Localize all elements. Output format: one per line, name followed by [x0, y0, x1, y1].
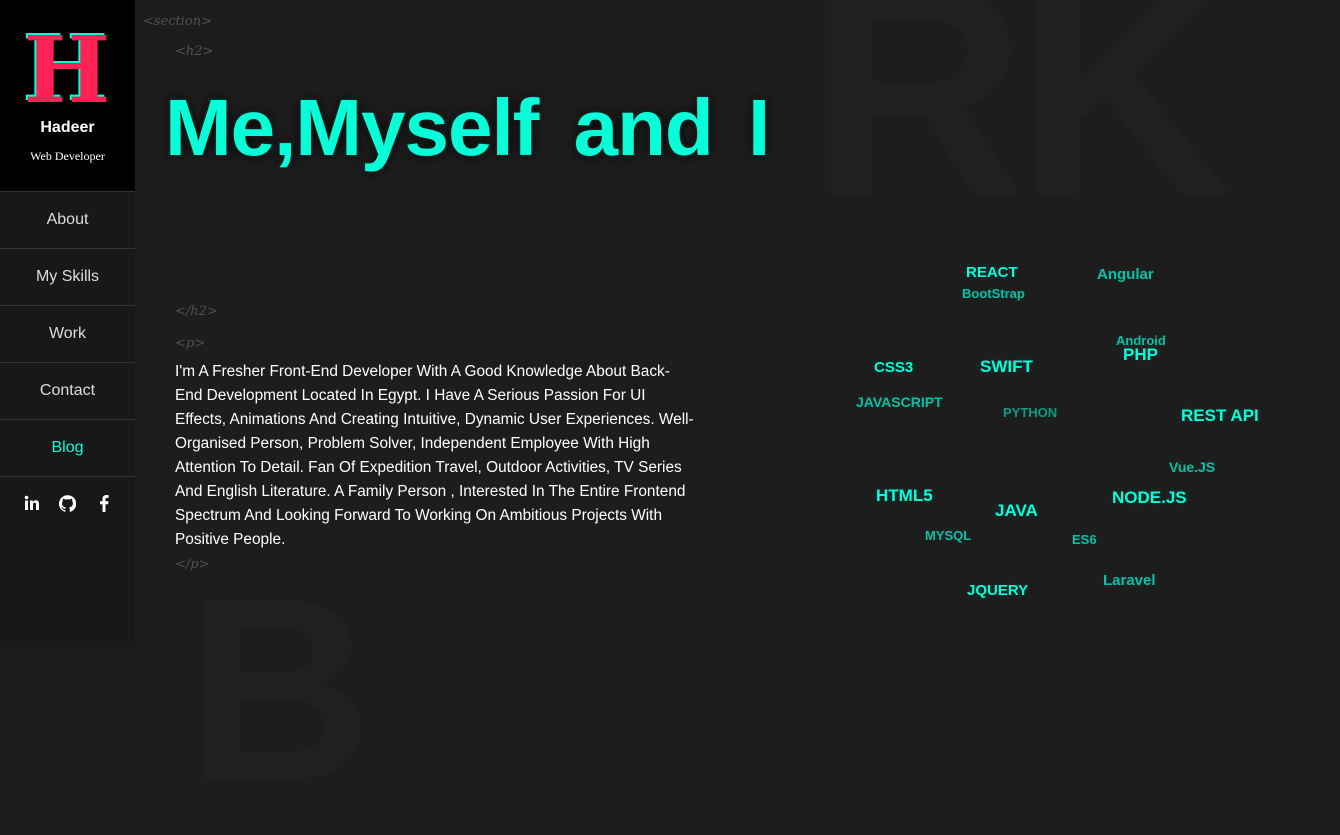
skill-php[interactable]: PHP: [1123, 345, 1158, 365]
background-watermark: RK: [810, 0, 1233, 258]
skill-laravel[interactable]: Laravel: [1103, 572, 1156, 589]
nav-item-contact[interactable]: Contact: [0, 362, 135, 419]
h2-close-tag: </h2>: [175, 304, 218, 319]
skill-html5[interactable]: HTML5: [876, 486, 933, 506]
brand-subtitle: Web Developer: [30, 149, 105, 163]
skill-java[interactable]: JAVA: [995, 501, 1038, 521]
p-open-tag: <p>: [175, 336, 206, 351]
logo-letter: H: [24, 22, 110, 112]
skill-jquery[interactable]: JQUERY: [967, 582, 1028, 599]
hero-heading: Me,Myself and I: [165, 83, 770, 172]
skill-bootstrap[interactable]: BootStrap: [962, 286, 1025, 301]
skill-mysql[interactable]: MYSQL: [925, 528, 971, 543]
skill-css3[interactable]: CSS3: [874, 359, 913, 376]
skill-python[interactable]: PYTHON: [1003, 405, 1057, 420]
h2-open-tag: <h2>: [175, 44, 214, 59]
skill-swift[interactable]: SWIFT: [980, 357, 1033, 377]
nav-item-blog[interactable]: Blog: [0, 419, 135, 477]
background-watermark-bottom: B: [185, 545, 373, 835]
brand-name: Hadeer: [40, 119, 95, 136]
social-links: [0, 494, 135, 512]
brand-block[interactable]: H H Hadeer Web Developer: [0, 0, 135, 191]
skill-react[interactable]: REACT: [966, 264, 1018, 281]
logo: H H: [22, 22, 110, 112]
nav-item-my-skills[interactable]: My Skills: [0, 248, 135, 305]
p-close-tag: </p>: [175, 557, 210, 572]
skill-nodejs[interactable]: NODE.JS: [1112, 488, 1187, 508]
nav-menu: About My Skills Work Contact Blog: [0, 191, 135, 477]
skill-angular[interactable]: Angular: [1097, 266, 1154, 283]
github-icon[interactable]: [59, 494, 77, 512]
skill-javascript[interactable]: JAVASCRIPT: [856, 394, 943, 410]
facebook-icon[interactable]: [95, 494, 113, 512]
nav-item-about[interactable]: About: [0, 191, 135, 248]
skill-es6[interactable]: ES6: [1072, 532, 1097, 547]
skill-vuejs[interactable]: Vue.JS: [1169, 459, 1215, 475]
skill-rest-api[interactable]: REST API: [1181, 406, 1259, 426]
section-open-tag: <section>: [143, 14, 213, 29]
about-paragraph: I'm A Fresher Front-End Developer With A…: [175, 363, 694, 548]
nav-item-work[interactable]: Work: [0, 305, 135, 362]
linkedin-icon[interactable]: [23, 494, 41, 512]
sidebar: H H Hadeer Web Developer About My Skills…: [0, 0, 135, 647]
